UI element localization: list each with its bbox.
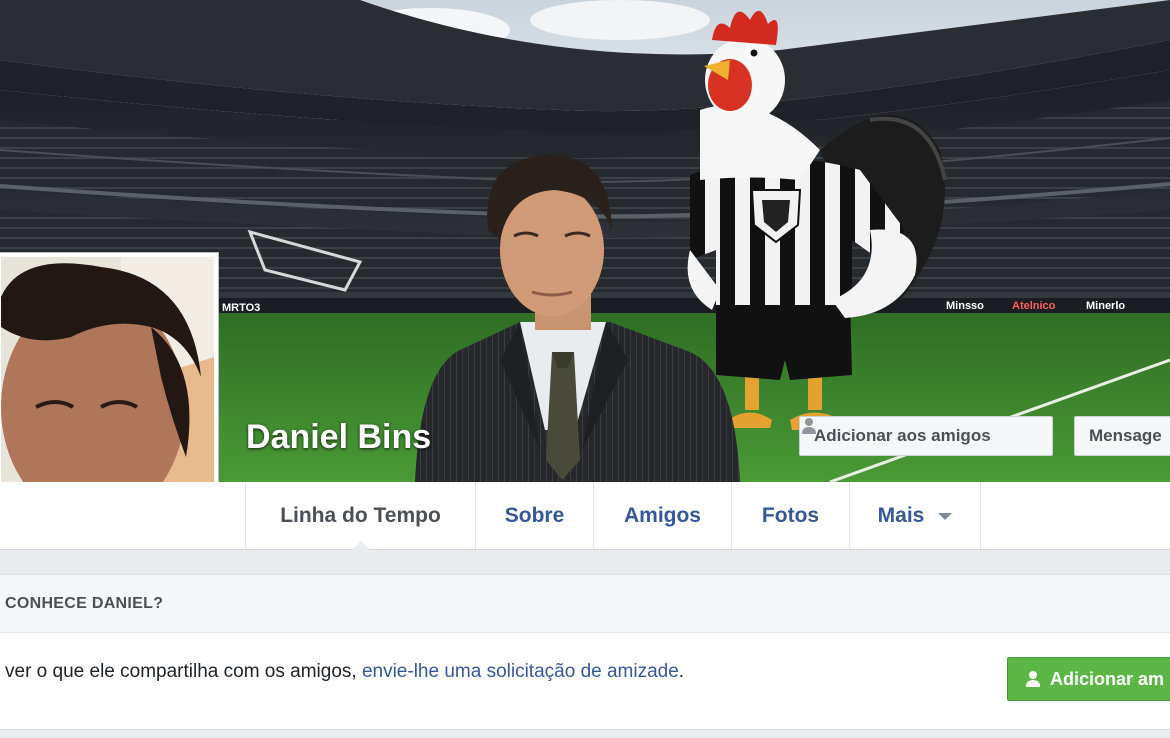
tab-photos[interactable]: Fotos (731, 482, 849, 549)
message-button[interactable]: Mensage (1074, 416, 1170, 456)
friend-request-link[interactable]: envie-lhe uma solicitação de amizade (362, 661, 679, 682)
ad-board-3: Atelnico (1012, 300, 1056, 312)
add-friend-cover-button[interactable]: Adicionar aos amigos (799, 416, 1053, 456)
ad-board-4: Minerlo (1086, 300, 1125, 312)
profile-tab-bar: Linha do Tempo Sobre Amigos Fotos Mais (0, 482, 1170, 550)
tab-friends[interactable]: Amigos (593, 482, 731, 549)
add-friend-cover-label: Adicionar aos amigos (814, 426, 991, 445)
tab-more[interactable]: Mais (849, 482, 981, 549)
card-description: ver o que ele compartilha com os amigos,… (5, 661, 684, 683)
tab-about[interactable]: Sobre (475, 482, 593, 549)
add-friend-prompt-card: CONHECE DANIEL? ver o que ele compartilh… (0, 574, 1170, 730)
person-add-icon (802, 418, 816, 434)
profile-name[interactable]: Daniel Bins (246, 418, 431, 457)
card-text-prefix: ver o que ele compartilha com os amigos, (5, 661, 357, 682)
caret-down-icon (938, 513, 953, 520)
tab-friends-label: Amigos (623, 503, 701, 527)
avatar (1, 257, 214, 518)
message-label: Mensage (1089, 426, 1162, 445)
ad-board-2: Minsso (946, 300, 984, 312)
tab-timeline-label: Linha do Tempo (280, 503, 441, 527)
active-tab-pointer (351, 541, 370, 550)
add-friend-button[interactable]: Adicionar am (1007, 657, 1170, 701)
add-friend-button-label: Adicionar am (1050, 668, 1165, 689)
card-title: CONHECE DANIEL? (0, 575, 1170, 633)
tab-about-label: Sobre (504, 503, 565, 527)
ad-board-1: MRTO3 (222, 302, 260, 314)
person-add-icon (1026, 671, 1040, 687)
card-text-suffix: . (678, 661, 685, 682)
tab-timeline[interactable]: Linha do Tempo (245, 482, 475, 550)
tab-more-label: Mais (877, 503, 925, 527)
tab-photos-label: Fotos (761, 503, 820, 527)
